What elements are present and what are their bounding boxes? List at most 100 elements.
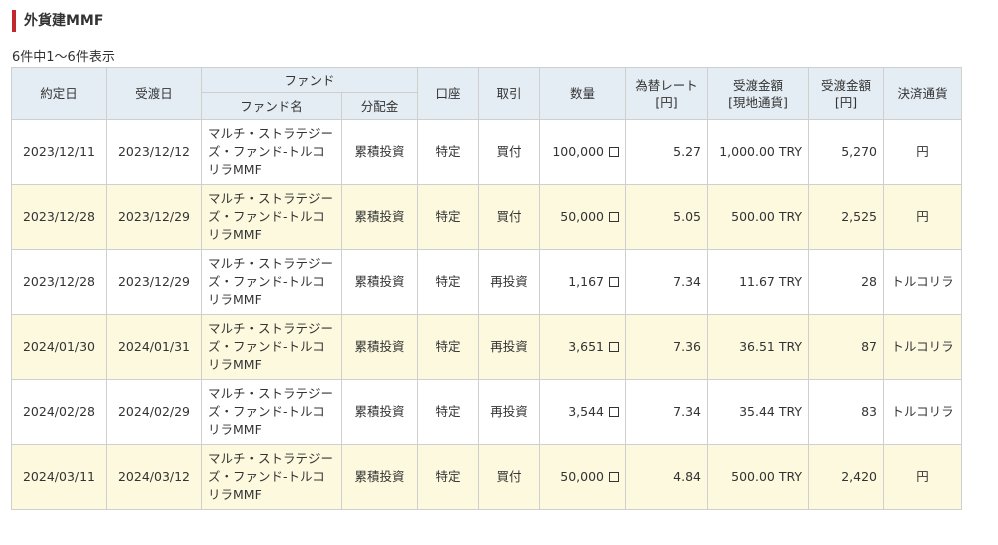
cell-distribution: 累積投資: [340, 444, 419, 510]
cell-trade-type: 再投資: [478, 249, 541, 315]
header-amount-local-line1: 受渡金額: [733, 77, 784, 93]
cell-amount-local: 500.00 TRY: [707, 444, 810, 510]
cell-fund-name: マルチ・ストラテジーズ・ファンド-トルコリラMMF: [201, 444, 342, 510]
header-amount-jpy: 受渡金額 [円]: [808, 67, 885, 120]
cell-settle-currency: 円: [883, 184, 963, 250]
cell-fund-name: マルチ・ストラテジーズ・ファンド-トルコリラMMF: [201, 379, 342, 445]
cell-settle-currency: トルコリラ: [883, 314, 963, 380]
quantity-value: 3,651: [568, 339, 605, 354]
cell-account: 特定: [417, 314, 480, 380]
unit-box-icon: [609, 212, 620, 222]
cell-amount-jpy: 2,525: [808, 184, 885, 250]
cell-amount-local: 1,000.00 TRY: [707, 119, 810, 185]
cell-trade-date: 2023/12/28: [11, 249, 107, 315]
cell-trade-type: 再投資: [478, 314, 541, 380]
cell-trade-date: 2024/02/28: [11, 379, 107, 445]
table-row: 2023/12/11 2023/12/12 マルチ・ストラテジーズ・ファンド-トルコ…: [11, 119, 963, 185]
cell-settle-date: 2024/02/29: [106, 379, 202, 445]
cell-amount-jpy: 2,420: [808, 444, 885, 510]
cell-settle-date: 2023/12/12: [106, 119, 202, 185]
quantity-value: 3,544: [568, 404, 605, 419]
header-account: 口座: [417, 67, 480, 120]
cell-trade-date: 2024/03/11: [11, 444, 107, 510]
cell-amount-jpy: 28: [808, 249, 885, 315]
cell-account: 特定: [417, 184, 480, 250]
cell-distribution: 累積投資: [340, 379, 419, 445]
header-fx-rate-line1: 為替レート: [635, 77, 698, 93]
header-settle-currency: 決済通貨: [883, 67, 963, 120]
cell-amount-jpy: 83: [808, 379, 885, 445]
cell-settle-date: 2024/03/12: [106, 444, 202, 510]
cell-fx-rate: 7.34: [625, 249, 709, 315]
cell-fund-name: マルチ・ストラテジーズ・ファンド-トルコリラMMF: [201, 119, 342, 185]
cell-settle-currency: トルコリラ: [883, 379, 963, 445]
cell-distribution: 累積投資: [340, 314, 419, 380]
cell-fx-rate: 4.84: [625, 444, 709, 510]
result-count: 6件中1～6件表示: [12, 50, 115, 65]
cell-fund-name: マルチ・ストラテジーズ・ファンド-トルコリラMMF: [201, 184, 342, 250]
cell-amount-jpy: 5,270: [808, 119, 885, 185]
quantity-value: 50,000: [560, 469, 605, 484]
header-amount-local-line2: [現地通貨]: [728, 94, 788, 110]
cell-amount-local: 36.51 TRY: [707, 314, 810, 380]
table-row: 2024/02/28 2024/02/29 マルチ・ストラテジーズ・ファンド-トルコ…: [11, 379, 963, 445]
cell-distribution: 累積投資: [340, 249, 419, 315]
unit-box-icon: [609, 147, 620, 157]
cell-trade-type: 買付: [478, 444, 541, 510]
cell-account: 特定: [417, 119, 480, 185]
cell-quantity: 1,167: [539, 249, 627, 315]
cell-account: 特定: [417, 444, 480, 510]
header-fx-rate-line2: [円]: [655, 94, 678, 110]
cell-quantity: 50,000: [539, 444, 627, 510]
header-trade-type: 取引: [478, 67, 541, 120]
cell-fund-name: マルチ・ストラテジーズ・ファンド-トルコリラMMF: [201, 249, 342, 315]
cell-trade-date: 2024/01/30: [11, 314, 107, 380]
header-fund-name: ファンド名: [201, 92, 342, 120]
header-trade-date: 約定日: [11, 67, 107, 120]
cell-settle-date: 2024/01/31: [106, 314, 202, 380]
quantity-value: 100,000: [552, 144, 605, 159]
cell-amount-jpy: 87: [808, 314, 885, 380]
header-fx-rate: 為替レート [円]: [625, 67, 709, 120]
cell-account: 特定: [417, 379, 480, 445]
quantity-value: 50,000: [560, 209, 605, 224]
cell-settle-currency: 円: [883, 444, 963, 510]
cell-settle-currency: トルコリラ: [883, 249, 963, 315]
cell-fund-name: マルチ・ストラテジーズ・ファンド-トルコリラMMF: [201, 314, 342, 380]
table-row: 2024/01/30 2024/01/31 マルチ・ストラテジーズ・ファンド-トルコ…: [11, 314, 963, 380]
header-amount-jpy-line2: [円]: [834, 94, 858, 110]
cell-settle-date: 2023/12/29: [106, 184, 202, 250]
cell-trade-type: 買付: [478, 119, 541, 185]
cell-amount-local: 35.44 TRY: [707, 379, 810, 445]
cell-trade-type: 再投資: [478, 379, 541, 445]
cell-amount-local: 500.00 TRY: [707, 184, 810, 250]
table-row: 2023/12/28 2023/12/29 マルチ・ストラテジーズ・ファンド-トルコ…: [11, 184, 963, 250]
cell-fx-rate: 5.05: [625, 184, 709, 250]
header-amount-jpy-line1: 受渡金額: [821, 77, 872, 93]
cell-settle-currency: 円: [883, 119, 963, 185]
header-fund-group: ファンド: [200, 67, 419, 93]
unit-box-icon: [609, 277, 620, 287]
quantity-value: 1,167: [568, 274, 605, 289]
unit-box-icon: [609, 472, 620, 482]
cell-account: 特定: [417, 249, 480, 315]
cell-trade-type: 買付: [478, 184, 541, 250]
table-row: 2023/12/28 2023/12/29 マルチ・ストラテジーズ・ファンド-トルコ…: [11, 249, 963, 315]
header-quantity: 数量: [539, 67, 627, 120]
cell-settle-date: 2023/12/29: [106, 249, 202, 315]
section-title: 外貨建MMF: [12, 10, 103, 32]
cell-quantity: 50,000: [539, 184, 627, 250]
header-settle-date: 受渡日: [106, 67, 202, 120]
cell-fx-rate: 7.36: [625, 314, 709, 380]
header-amount-local: 受渡金額 [現地通貨]: [707, 67, 810, 120]
cell-fx-rate: 7.34: [625, 379, 709, 445]
cell-quantity: 3,651: [539, 314, 627, 380]
header-distribution: 分配金: [340, 92, 419, 120]
table-row: 2024/03/11 2024/03/12 マルチ・ストラテジーズ・ファンド-トルコ…: [11, 444, 963, 510]
unit-box-icon: [609, 342, 620, 352]
transactions-table: 約定日 受渡日 ファンド 口座 取引 数量 為替レート [円] 受渡金額 [現地…: [11, 67, 963, 510]
cell-fx-rate: 5.27: [625, 119, 709, 185]
cell-quantity: 3,544: [539, 379, 627, 445]
cell-trade-date: 2023/12/11: [11, 119, 107, 185]
cell-trade-date: 2023/12/28: [11, 184, 107, 250]
